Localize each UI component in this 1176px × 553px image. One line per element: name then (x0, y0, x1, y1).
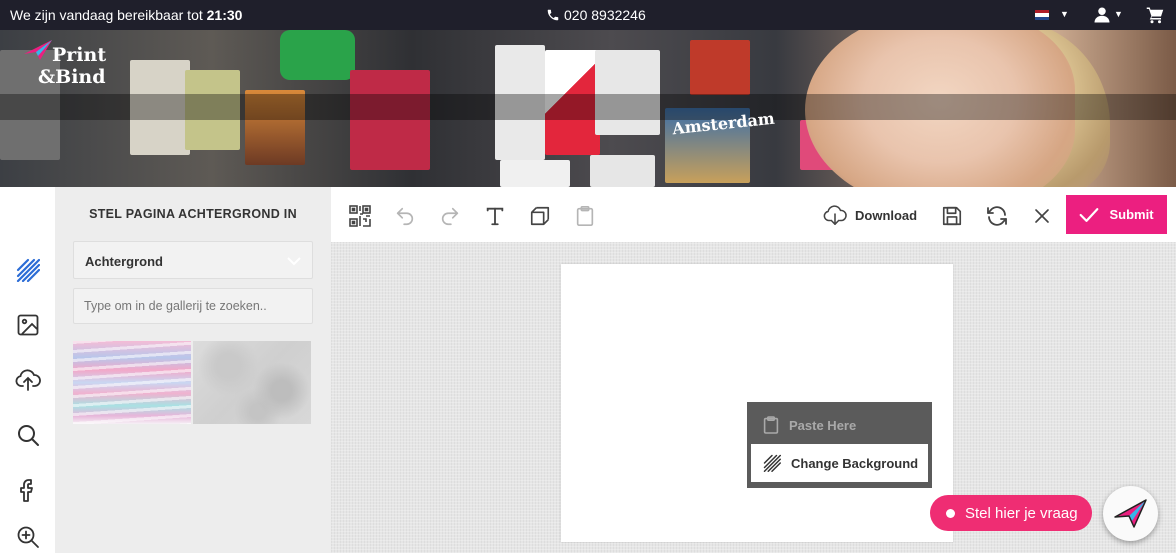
background-category-select[interactable]: Achtergrond (73, 241, 313, 279)
banner-shade (0, 94, 1176, 120)
paste-here-label: Paste Here (789, 417, 857, 433)
chat-label: Stel hier je vraag (965, 504, 1078, 522)
gallery-search-input[interactable] (73, 288, 313, 324)
account-chevron-down-icon[interactable]: ▼ (1114, 9, 1123, 19)
text-icon[interactable] (482, 203, 508, 229)
paper-plane-logo-icon (24, 40, 52, 60)
background-panel: STEL PAGINA ACHTERGROND IN Achtergrond (55, 187, 331, 553)
editor-tool-rail (0, 187, 55, 553)
phone-number[interactable]: 020 8932246 (564, 7, 646, 23)
logo-text-line2: &Bind (38, 66, 106, 88)
submit-label: Submit (1109, 207, 1154, 222)
zoom-in-icon[interactable] (14, 523, 42, 551)
save-icon[interactable] (939, 203, 965, 229)
banner-postcard (690, 40, 750, 95)
background-pattern-icon (763, 454, 781, 472)
chat-status-dot (946, 508, 955, 518)
phone-link[interactable]: 020 8932246 (546, 7, 646, 23)
opening-hours-time: 21:30 (206, 7, 243, 23)
context-menu: Paste Here Change Background (747, 402, 932, 488)
change-background-menu-item[interactable]: Change Background (751, 444, 928, 482)
image-icon[interactable] (14, 311, 42, 339)
background-thumbnail-grey-texture[interactable] (193, 341, 311, 424)
user-account-icon[interactable] (1093, 6, 1111, 24)
banner-postcard (595, 50, 660, 135)
download-icon (823, 205, 847, 225)
refresh-icon[interactable] (984, 203, 1010, 229)
print-and-bind-logo[interactable]: Print &Bind (24, 38, 124, 92)
logo-text-line1: Print (52, 44, 107, 66)
paste-here-menu-item[interactable]: Paste Here (751, 406, 928, 444)
layers-icon[interactable] (527, 203, 553, 229)
chat-question-button[interactable]: Stel hier je vraag (930, 495, 1092, 531)
background-thumbnail-pastel-stripes[interactable] (73, 341, 191, 424)
clipboard-icon[interactable] (572, 203, 598, 229)
panel-title: STEL PAGINA ACHTERGROND IN (89, 207, 297, 221)
editor-toolbar: Download Submit (331, 187, 1176, 242)
banner-postcard (280, 30, 355, 80)
download-label: Download (855, 207, 918, 223)
chatbot-launcher[interactable] (1103, 486, 1158, 541)
download-button[interactable]: Download (823, 203, 917, 227)
banner-postcard (350, 70, 430, 170)
language-flag-icon[interactable] (1035, 10, 1049, 20)
background-pattern-icon[interactable] (14, 256, 42, 284)
clipboard-icon (763, 416, 779, 434)
hero-banner: Amsterdam Print &Bind (0, 30, 1176, 187)
facebook-icon[interactable] (14, 476, 42, 504)
language-chevron-down-icon[interactable]: ▼ (1060, 9, 1069, 19)
upload-icon[interactable] (14, 366, 42, 394)
phone-icon (547, 9, 559, 21)
close-icon[interactable] (1029, 203, 1055, 229)
change-background-label: Change Background (791, 455, 919, 471)
check-icon (1080, 207, 1099, 222)
top-bar: We zijn vandaag bereikbaar tot 21:30 020… (0, 0, 1176, 30)
undo-icon[interactable] (392, 203, 418, 229)
qr-code-icon[interactable] (347, 203, 373, 229)
shopping-cart-icon[interactable] (1146, 6, 1164, 24)
banner-postcard (590, 155, 655, 187)
banner-postcard (500, 160, 570, 187)
paper-plane-icon (1113, 498, 1147, 528)
redo-icon[interactable] (437, 203, 463, 229)
opening-hours: We zijn vandaag bereikbaar tot 21:30 (10, 7, 243, 23)
submit-button[interactable]: Submit (1066, 195, 1167, 234)
search-icon[interactable] (14, 421, 42, 449)
chevron-down-icon (287, 257, 301, 266)
select-value: Achtergrond (85, 254, 163, 269)
